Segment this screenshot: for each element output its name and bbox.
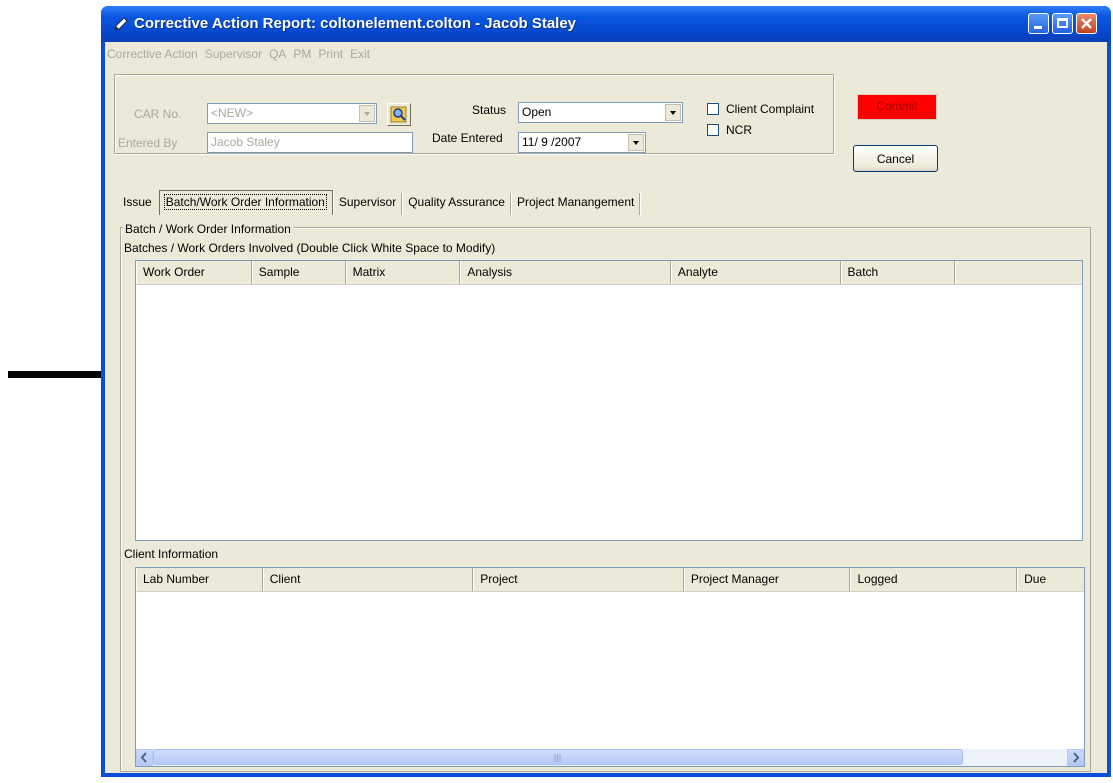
scroll-left-button[interactable] [136,749,153,766]
batches-list-header: Work Order Sample Matrix Analysis Analyt… [136,261,1082,285]
chevron-down-icon[interactable] [665,104,681,121]
batches-list[interactable]: Work Order Sample Matrix Analysis Analyt… [135,260,1083,541]
commit-button[interactable]: Commit [857,94,937,120]
menu-pm[interactable]: PM [291,44,316,64]
column-analyte[interactable]: Analyte [671,261,841,284]
chevron-down-icon[interactable] [359,105,375,122]
pencil-icon [114,17,128,31]
column-lab-number[interactable]: Lab Number [136,568,263,591]
chevron-left-icon [140,752,147,763]
corrective-action-window: Corrective Action Report: coltonelement.… [101,6,1111,777]
close-button[interactable] [1076,13,1097,34]
column-matrix[interactable]: Matrix [346,261,461,284]
column-project[interactable]: Project [473,568,684,591]
tab-quality-assurance[interactable]: Quality Assurance [404,193,511,215]
column-sample[interactable]: Sample [252,261,346,284]
column-logged[interactable]: Logged [850,568,1018,591]
chevron-right-icon [1073,752,1080,763]
window-title: Corrective Action Report: coltonelement.… [134,15,577,32]
menu-corrective-action[interactable]: Corrective Action [105,44,203,64]
client-complaint-checkbox[interactable] [707,103,719,115]
window-client-area: Corrective Action Supervisor QA PM Print… [105,42,1107,773]
menu-exit[interactable]: Exit [348,44,375,64]
car-no-label: CAR No. [134,107,182,121]
column-analysis[interactable]: Analysis [460,261,671,284]
tab-issue[interactable]: Issue [123,193,157,215]
tab-batch-work-order-label: Batch/Work Order Information [163,194,327,210]
scroll-right-button[interactable] [1067,749,1084,766]
column-batch[interactable]: Batch [841,261,956,284]
menu-bar: Corrective Action Supervisor QA PM Print… [105,44,375,64]
scroll-thumb[interactable] [153,749,963,765]
horizontal-scrollbar[interactable] [136,749,1084,766]
column-work-order[interactable]: Work Order [136,261,252,284]
scroll-track[interactable] [153,749,1067,766]
ncr-checkbox[interactable] [707,124,719,136]
find-car-button[interactable] [387,103,411,126]
menu-qa[interactable]: QA [267,44,291,64]
date-entered-value: 11/ 9 /2007 [522,135,582,149]
magnifier-icon [390,106,407,123]
client-info-caption: Client Information [124,547,219,561]
car-no-combo[interactable]: <NEW> [207,103,377,124]
menu-print[interactable]: Print [316,44,348,64]
entered-by-label: Entered By [118,136,178,150]
chevron-down-icon[interactable] [628,134,644,151]
minimize-button[interactable] [1028,13,1049,34]
client-list-header: Lab Number Client Project Project Manage… [136,568,1084,592]
cancel-button[interactable]: Cancel [853,145,938,172]
date-entered-picker[interactable]: 11/ 9 /2007 [518,132,646,153]
client-complaint-label: Client Complaint [726,102,815,116]
title-bar[interactable]: Corrective Action Report: coltonelement.… [101,6,1111,42]
column-client[interactable]: Client [263,568,474,591]
batch-group-title: Batch / Work Order Information [123,222,294,236]
date-entered-label: Date Entered [432,131,503,145]
column-project-manager[interactable]: Project Manager [684,568,851,591]
status-combo[interactable]: Open [518,102,683,123]
tab-project-management[interactable]: Project Manangement [513,193,641,215]
status-label: Status [472,103,507,117]
column-filler [955,261,1082,284]
close-icon [1081,18,1092,29]
entered-by-field[interactable]: Jacob Staley [207,132,413,153]
tab-batch-work-order[interactable]: Batch/Work Order Information [158,190,333,215]
tab-supervisor[interactable]: Supervisor [335,193,403,215]
car-no-value: <NEW> [211,106,254,120]
ncr-label: NCR [726,123,752,137]
tab-strip: Issue Batch/Work Order Information Super… [123,190,642,215]
batches-caption: Batches / Work Orders Involved (Double C… [124,241,496,255]
grip-icon [554,754,561,762]
client-info-list[interactable]: Lab Number Client Project Project Manage… [135,567,1085,767]
menu-supervisor[interactable]: Supervisor [203,44,267,64]
column-due[interactable]: Due [1017,568,1084,591]
maximize-button[interactable] [1052,13,1073,34]
status-value: Open [522,105,552,119]
